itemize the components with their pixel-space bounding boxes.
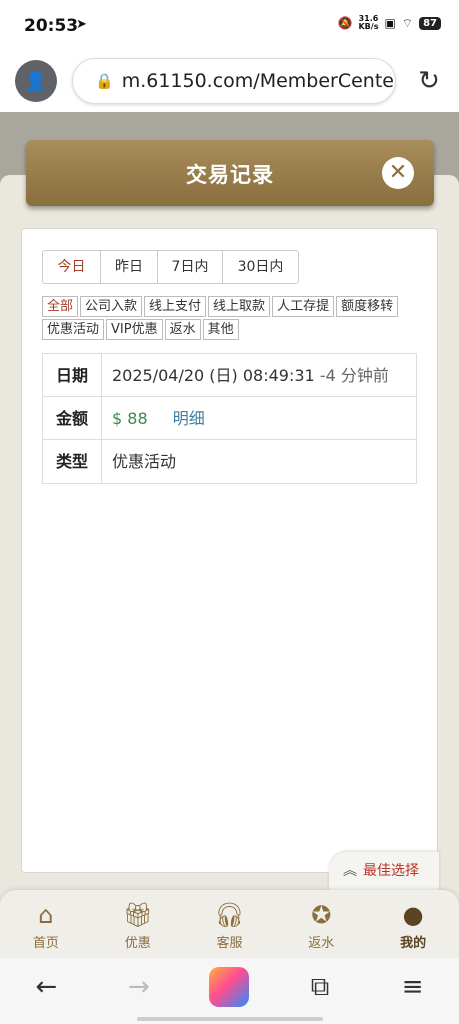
status-icons: 🔕 31.6 KB/s ▣ ⌔ 87 (338, 15, 441, 31)
period-tabs: 今日 昨日 7日内 30日内 (42, 250, 299, 284)
nav-home[interactable]: ⌂ 首页 (0, 890, 92, 958)
filter-company-deposit[interactable]: 公司入款 (80, 296, 143, 317)
tabs-icon[interactable]: ⧉ (298, 965, 342, 1009)
telegram-icon: ➤ (76, 17, 87, 32)
date-ago: -4 分钟前 (319, 366, 389, 385)
address-field[interactable]: 🔒 m.61150.com/MemberCenter/Tr (72, 58, 396, 104)
chevron-up-icon: ︽ (343, 863, 357, 879)
status-bar: 20:53 ➤ 🔕 31.6 KB/s ▣ ⌔ 87 (0, 0, 459, 52)
mute-icon: 🔕 (337, 16, 353, 30)
filter-vip[interactable]: VIP优惠 (106, 319, 163, 340)
type-label: 类型 (43, 440, 102, 483)
record-table: 日期 2025/04/20 (日) 08:49:31 -4 分钟前 金额 $ 8… (42, 353, 417, 484)
records-panel: 今日 昨日 7日内 30日内 全部 公司入款 线上支付 线上取款 人工存提 额度… (21, 228, 438, 873)
tab-30-days[interactable]: 30日内 (223, 251, 298, 283)
bottom-nav: ⌂ 首页 🎁︎ 优惠 🎧︎ 客服 ✪ 返水 ● 我的 (0, 890, 459, 958)
menu-icon[interactable]: ≡ (391, 965, 435, 1009)
gift-icon: 🎁︎ (122, 901, 153, 929)
reload-icon[interactable]: ↻ (412, 64, 446, 98)
date-text: 2025/04/20 (日) 08:49:31 (112, 366, 315, 385)
amount-label: 金额 (43, 397, 102, 439)
filter-all[interactable]: 全部 (42, 296, 79, 317)
headset-icon: 🎧︎ (214, 901, 245, 929)
forward-icon[interactable]: → (117, 965, 161, 1009)
nav-support-label: 客服 (216, 936, 243, 951)
nav-rebate-label: 返水 (308, 936, 335, 951)
back-icon[interactable]: ← (24, 965, 68, 1009)
filter-online-withdrawal[interactable]: 线上取款 (208, 296, 271, 317)
tab-yesterday[interactable]: 昨日 (101, 251, 158, 283)
type-filters: 全部 公司入款 线上支付 线上取款 人工存提 额度移转 优惠活动 VIP优惠 返… (42, 296, 402, 340)
best-choice-label: 最佳选择 (363, 863, 419, 879)
copilot-icon[interactable] (209, 967, 250, 1007)
filter-manual[interactable]: 人工存提 (272, 296, 335, 317)
profile-icon[interactable]: 👤 (15, 60, 57, 102)
filter-other[interactable]: 其他 (202, 319, 239, 340)
dialog-header: 交易记录 ✕ (26, 140, 434, 206)
browser-toolbar: ← → ⧉ ≡ (0, 958, 459, 1024)
home-icon: ⌂ (38, 901, 54, 929)
tab-7-days[interactable]: 7日内 (158, 251, 223, 283)
amount-value: $ 88 明细 (102, 397, 205, 439)
net-speed: 31.6 KB/s (358, 15, 378, 31)
url-text: m.61150.com/MemberCenter/Tr (121, 70, 396, 92)
filter-promotion[interactable]: 优惠活动 (42, 319, 105, 340)
amount-text: $ 88 (112, 409, 148, 428)
sim-icon: ▣ (384, 16, 396, 30)
user-icon: ● (402, 901, 424, 929)
dialog-title: 交易记录 (186, 163, 274, 187)
nav-mine[interactable]: ● 我的 (367, 890, 459, 958)
nav-support[interactable]: 🎧︎ 客服 (184, 890, 276, 958)
wifi-icon: ⌔ (401, 15, 414, 30)
nav-mine-label: 我的 (400, 936, 427, 951)
table-row: 金额 $ 88 明细 (43, 397, 416, 440)
table-row: 日期 2025/04/20 (日) 08:49:31 -4 分钟前 (43, 354, 416, 397)
close-icon[interactable]: ✕ (382, 157, 414, 189)
type-value: 优惠活动 (112, 452, 177, 471)
coin-badge-icon: ✪ (311, 901, 332, 929)
tab-today[interactable]: 今日 (43, 251, 101, 283)
filter-online-payment[interactable]: 线上支付 (144, 296, 207, 317)
site-info-icon[interactable]: 🔒 (95, 72, 114, 90)
nav-home-label: 首页 (32, 936, 59, 951)
filter-transfer[interactable]: 额度移转 (336, 296, 399, 317)
status-time: 20:53 (24, 16, 79, 36)
filter-rebate[interactable]: 返水 (164, 319, 201, 340)
home-indicator (137, 1017, 323, 1021)
nav-rebate[interactable]: ✪ 返水 (275, 890, 367, 958)
best-choice-button[interactable]: ︽ 最佳选择 (329, 852, 439, 890)
detail-link[interactable]: 明细 (173, 409, 205, 428)
battery-icon: 87 (419, 16, 441, 30)
browser-url-bar: 👤 🔒 m.61150.com/MemberCenter/Tr ↻ (0, 52, 459, 112)
date-value: 2025/04/20 (日) 08:49:31 -4 分钟前 (102, 354, 389, 396)
nav-promotions-label: 优惠 (124, 936, 151, 951)
net-speed-unit: KB/s (358, 22, 379, 31)
table-row: 类型 优惠活动 (43, 440, 416, 483)
date-label: 日期 (43, 354, 102, 396)
nav-promotions[interactable]: 🎁︎ 优惠 (92, 890, 184, 958)
